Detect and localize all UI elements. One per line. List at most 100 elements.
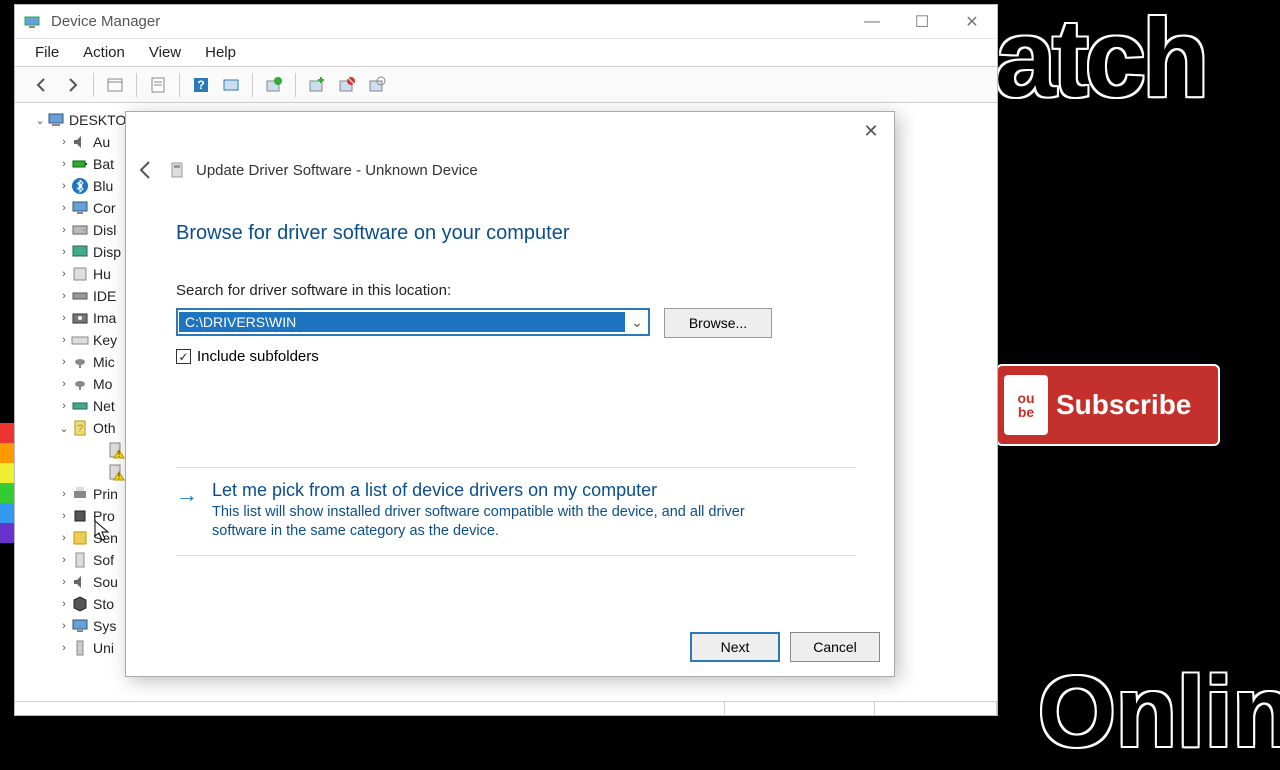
- svg-text:?: ?: [197, 78, 204, 92]
- device-icon: [71, 639, 89, 657]
- show-hide-tree-button[interactable]: [102, 72, 128, 98]
- menu-action[interactable]: Action: [83, 44, 125, 61]
- cancel-button[interactable]: Cancel: [790, 632, 880, 662]
- rainbow-stripe: [0, 423, 14, 543]
- menu-file[interactable]: File: [35, 44, 59, 61]
- forward-button[interactable]: [59, 72, 85, 98]
- device-icon: ?: [71, 419, 89, 437]
- dialog-heading: Browse for driver software on your compu…: [176, 222, 570, 245]
- device-icon: [71, 331, 89, 349]
- option-title: Let me pick from a list of device driver…: [212, 480, 782, 501]
- include-subfolders-checkbox[interactable]: ✓ Include subfolders: [176, 348, 319, 365]
- expand-icon[interactable]: ›: [57, 158, 71, 170]
- window-title: Device Manager: [51, 13, 847, 30]
- disable-button[interactable]: [334, 72, 360, 98]
- subscribe-label: Subscribe: [1056, 389, 1191, 421]
- expand-icon[interactable]: ›: [57, 378, 71, 390]
- device-icon: [168, 161, 186, 179]
- subscribe-button[interactable]: oube Subscribe: [996, 364, 1220, 446]
- option-description: This list will show installed driver sof…: [212, 503, 782, 541]
- svg-text:?: ?: [77, 423, 83, 435]
- expand-icon[interactable]: ›: [57, 642, 71, 654]
- device-icon: [71, 199, 89, 217]
- menu-view[interactable]: View: [149, 44, 181, 61]
- expand-icon[interactable]: ›: [57, 356, 71, 368]
- expand-icon[interactable]: ›: [57, 202, 71, 214]
- expand-icon[interactable]: ›: [57, 620, 71, 632]
- scan-button[interactable]: [218, 72, 244, 98]
- minimize-button[interactable]: —: [847, 5, 897, 39]
- device-icon: [71, 485, 89, 503]
- back-button[interactable]: [29, 72, 55, 98]
- expand-icon[interactable]: ›: [57, 180, 71, 192]
- bg-text-bottom: Onlin: [1038, 655, 1280, 770]
- device-icon: [71, 573, 89, 591]
- expand-icon[interactable]: ›: [57, 268, 71, 280]
- maximize-button[interactable]: ☐: [897, 5, 947, 39]
- dialog-back-button[interactable]: [134, 158, 158, 182]
- device-icon: [71, 133, 89, 151]
- collapse-icon[interactable]: ⌄: [33, 114, 47, 127]
- device-icon: !: [107, 441, 125, 459]
- path-value[interactable]: C:\DRIVERS\WIN: [179, 312, 625, 332]
- toolbar: ?: [15, 67, 997, 103]
- checkbox-icon: ✓: [176, 349, 191, 364]
- device-icon: [71, 551, 89, 569]
- expand-icon[interactable]: ›: [57, 136, 71, 148]
- expand-icon[interactable]: ›: [57, 312, 71, 324]
- uninstall-button[interactable]: [304, 72, 330, 98]
- titlebar[interactable]: Device Manager — ☐ ✕: [15, 5, 997, 39]
- statusbar: [15, 701, 997, 715]
- bg-text-top: atch: [995, 0, 1205, 122]
- dialog-title: Update Driver Software - Unknown Device: [196, 162, 478, 179]
- expand-icon[interactable]: ›: [57, 532, 71, 544]
- expand-icon[interactable]: ›: [57, 554, 71, 566]
- menubar: File Action View Help: [15, 39, 997, 67]
- expand-icon[interactable]: ›: [57, 510, 71, 522]
- expand-icon[interactable]: ›: [57, 224, 71, 236]
- expand-icon[interactable]: ›: [57, 290, 71, 302]
- svg-text:!: !: [118, 450, 120, 459]
- path-combobox[interactable]: C:\DRIVERS\WIN ⌄: [176, 308, 650, 336]
- browse-button[interactable]: Browse...: [664, 308, 772, 338]
- close-button[interactable]: ✕: [947, 5, 997, 39]
- update-driver-button[interactable]: [261, 72, 287, 98]
- update-driver-dialog: ✕ Update Driver Software - Unknown Devic…: [125, 111, 895, 677]
- expand-icon[interactable]: ›: [57, 334, 71, 346]
- pick-from-list-option[interactable]: → Let me pick from a list of device driv…: [176, 467, 856, 556]
- device-icon: !: [107, 463, 125, 481]
- device-icon: [71, 617, 89, 635]
- next-button[interactable]: Next: [690, 632, 780, 662]
- youtube-icon: oube: [1004, 375, 1048, 435]
- menu-help[interactable]: Help: [205, 44, 236, 61]
- expand-icon[interactable]: ›: [57, 576, 71, 588]
- computer-icon: [47, 111, 65, 129]
- scan-hardware-button[interactable]: [364, 72, 390, 98]
- dialog-close-button[interactable]: ✕: [856, 118, 886, 144]
- help-button[interactable]: ?: [188, 72, 214, 98]
- checkbox-label: Include subfolders: [197, 348, 319, 365]
- device-icon: [71, 507, 89, 525]
- device-icon: [71, 375, 89, 393]
- svg-text:!: !: [118, 472, 120, 481]
- chevron-down-icon[interactable]: ⌄: [626, 314, 648, 331]
- device-icon: [71, 243, 89, 261]
- device-icon: [71, 177, 89, 195]
- expand-icon[interactable]: ›: [57, 488, 71, 500]
- app-icon: [23, 13, 41, 31]
- device-icon: [71, 529, 89, 547]
- device-icon: [71, 595, 89, 613]
- device-icon: [71, 397, 89, 415]
- device-icon: [71, 265, 89, 283]
- expand-icon[interactable]: ›: [57, 598, 71, 610]
- properties-button[interactable]: [145, 72, 171, 98]
- device-icon: [71, 353, 89, 371]
- expand-icon[interactable]: ›: [57, 246, 71, 258]
- device-icon: [71, 155, 89, 173]
- video-background: atch Onlin: [998, 0, 1280, 720]
- expand-icon[interactable]: ⌄: [57, 422, 71, 435]
- search-location-label: Search for driver software in this locat…: [176, 282, 451, 299]
- device-icon: [71, 309, 89, 327]
- arrow-right-icon: →: [176, 482, 198, 541]
- expand-icon[interactable]: ›: [57, 400, 71, 412]
